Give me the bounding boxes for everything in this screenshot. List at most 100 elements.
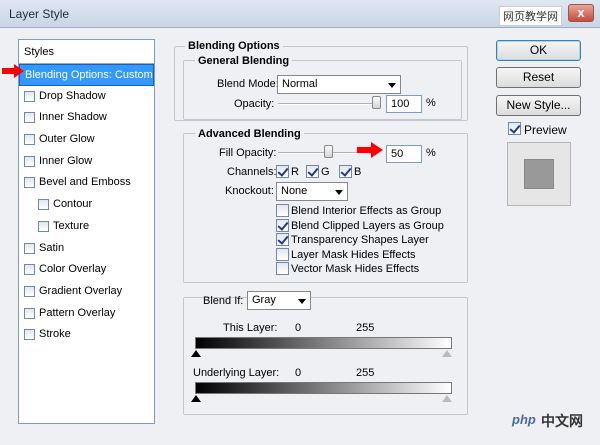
opacity-unit: % bbox=[426, 97, 436, 109]
advanced-blending-title: Advanced Blending bbox=[195, 128, 304, 140]
style-item[interactable]: Bevel and Emboss bbox=[19, 172, 154, 194]
style-item-label: Drop Shadow bbox=[39, 89, 106, 102]
style-item[interactable]: Blending Options: Custom bbox=[19, 64, 154, 86]
style-item-checkbox[interactable] bbox=[24, 90, 35, 102]
fill-opacity-slider[interactable] bbox=[278, 152, 358, 154]
knockout-value: None bbox=[281, 185, 308, 197]
style-item-checkbox[interactable] bbox=[24, 329, 35, 341]
advanced-option-label: Transparency Shapes Layer bbox=[291, 234, 429, 247]
style-item-checkbox[interactable] bbox=[24, 134, 35, 146]
style-item-checkbox[interactable] bbox=[24, 155, 35, 167]
channel-g-checkbox[interactable] bbox=[306, 165, 319, 178]
style-item[interactable]: Inner Shadow bbox=[19, 107, 154, 129]
styles-header: Styles bbox=[19, 40, 154, 64]
this-layer-max: 255 bbox=[356, 322, 375, 334]
style-item[interactable]: Pattern Overlay bbox=[19, 303, 154, 325]
style-item-checkbox[interactable] bbox=[24, 285, 35, 297]
style-item[interactable]: Outer Glow bbox=[19, 129, 154, 151]
channel-r-label: R bbox=[291, 166, 299, 178]
style-item-checkbox[interactable] bbox=[24, 307, 35, 319]
watermark-logo: 网页教学网 bbox=[499, 6, 562, 26]
preview-label: Preview bbox=[524, 123, 567, 137]
advanced-option-checkbox[interactable] bbox=[276, 204, 289, 217]
blend-mode-label: Blend Mode: bbox=[217, 78, 279, 90]
style-item-label: Bevel and Emboss bbox=[39, 176, 131, 189]
style-item[interactable]: Color Overlay bbox=[19, 259, 154, 281]
style-item-checkbox[interactable] bbox=[24, 242, 35, 254]
channel-g-label: G bbox=[321, 166, 330, 178]
underlying-layer-black-slider[interactable] bbox=[191, 395, 201, 402]
knockout-select[interactable]: None bbox=[276, 182, 348, 201]
style-item[interactable]: Texture bbox=[19, 216, 154, 238]
red-arrow-icon bbox=[2, 64, 24, 78]
blend-mode-select[interactable]: Normal bbox=[277, 75, 401, 94]
php-logo: php bbox=[512, 412, 536, 427]
advanced-option-checkbox[interactable] bbox=[276, 218, 289, 232]
advanced-option-checkbox[interactable] bbox=[276, 247, 289, 261]
advanced-option-checkbox[interactable] bbox=[276, 262, 289, 276]
blend-if-label: Blend If: bbox=[203, 295, 244, 307]
general-blending-title: General Blending bbox=[195, 55, 293, 67]
fill-opacity-slider-thumb[interactable] bbox=[324, 145, 333, 158]
preview-thumbnail bbox=[507, 142, 571, 206]
style-item-label: Inner Glow bbox=[39, 154, 93, 167]
new-style-button[interactable]: New Style... bbox=[496, 95, 581, 116]
style-item-checkbox[interactable] bbox=[38, 199, 49, 211]
underlying-layer-white-slider[interactable] bbox=[442, 395, 452, 402]
blend-if-group bbox=[183, 297, 468, 415]
opacity-input[interactable]: 100 bbox=[386, 95, 422, 113]
blending-options-title: Blending Options bbox=[185, 40, 283, 52]
fill-opacity-input[interactable]: 50 bbox=[386, 145, 422, 163]
style-item-label: Satin bbox=[39, 241, 65, 254]
this-layer-min: 0 bbox=[295, 322, 302, 334]
opacity-label: Opacity: bbox=[234, 98, 275, 110]
underlying-layer-gradient bbox=[195, 382, 452, 394]
style-item-label: Outer Glow bbox=[39, 133, 95, 146]
close-button[interactable]: x bbox=[568, 4, 594, 22]
preview-checkbox[interactable] bbox=[508, 122, 521, 135]
chevron-down-icon bbox=[335, 190, 343, 195]
this-layer-black-slider[interactable] bbox=[191, 350, 201, 357]
this-layer-gradient bbox=[195, 337, 452, 349]
style-item[interactable]: Inner Glow bbox=[19, 151, 154, 173]
channels-label: Channels: bbox=[227, 166, 277, 178]
opacity-slider[interactable] bbox=[278, 103, 380, 105]
opacity-slider-thumb[interactable] bbox=[372, 96, 381, 109]
style-item[interactable]: Gradient Overlay bbox=[19, 281, 154, 303]
channel-b-checkbox[interactable] bbox=[339, 165, 352, 178]
blend-mode-value: Normal bbox=[282, 78, 318, 90]
php-cn-logo: 中文网 bbox=[541, 413, 583, 429]
style-item-label: Inner Shadow bbox=[39, 111, 107, 124]
channel-r-checkbox[interactable] bbox=[276, 165, 289, 178]
channel-b-label: B bbox=[354, 166, 362, 178]
advanced-option-label: Vector Mask Hides Effects bbox=[291, 263, 420, 276]
reset-button[interactable]: Reset bbox=[496, 67, 581, 88]
style-item[interactable]: Stroke bbox=[19, 324, 154, 346]
style-item-checkbox[interactable] bbox=[38, 220, 49, 232]
style-item-label: Stroke bbox=[39, 328, 71, 341]
styles-list: Blending Options: Custom Drop Shadow Inner… bbox=[19, 64, 154, 346]
advanced-option-label: Layer Mask Hides Effects bbox=[291, 248, 416, 261]
style-item[interactable]: Satin bbox=[19, 238, 154, 260]
style-item-checkbox[interactable] bbox=[24, 112, 35, 124]
chevron-down-icon bbox=[298, 299, 306, 304]
style-item[interactable]: Contour bbox=[19, 194, 154, 216]
style-item-label: Contour bbox=[53, 198, 93, 211]
underlying-layer-label: Underlying Layer: bbox=[193, 367, 280, 379]
window-title: Layer Style bbox=[9, 7, 70, 21]
style-item-checkbox[interactable] bbox=[24, 177, 35, 189]
fill-opacity-unit: % bbox=[426, 147, 436, 159]
blend-if-select[interactable]: Gray bbox=[247, 291, 311, 310]
styles-panel: Styles Blending Options: Custom Drop Shad… bbox=[18, 39, 155, 424]
ok-button[interactable]: OK bbox=[496, 40, 581, 61]
style-item-label: Color Overlay bbox=[39, 263, 107, 276]
this-layer-white-slider[interactable] bbox=[442, 350, 452, 357]
style-item-label: Gradient Overlay bbox=[39, 284, 123, 297]
style-item[interactable]: Drop Shadow bbox=[19, 86, 154, 108]
advanced-option-label: Blend Clipped Layers as Group bbox=[291, 219, 444, 232]
blend-if-value: Gray bbox=[252, 294, 276, 306]
advanced-option-checkbox[interactable] bbox=[276, 233, 289, 247]
style-item-checkbox[interactable] bbox=[24, 264, 35, 276]
fill-opacity-label: Fill Opacity: bbox=[219, 147, 277, 159]
style-item-label: Pattern Overlay bbox=[39, 306, 116, 319]
